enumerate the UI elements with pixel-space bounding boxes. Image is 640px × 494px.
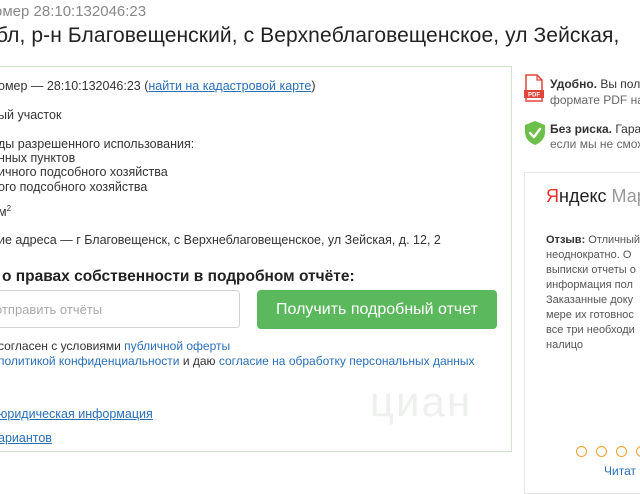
area-unit-sup: 2 (6, 204, 12, 213)
area-value: м2 (0, 204, 11, 219)
personal-data-consent-link[interactable]: согласие на обработку персональных данны… (219, 354, 475, 368)
norisk-text: Без риска. Гаран (550, 122, 640, 136)
page-title: бл, р-н Благовещенский, с Верхneблаговещ… (0, 24, 620, 47)
pdf-icon: PDF (524, 74, 544, 102)
yandex-market-logo[interactable]: Яндекс Маркет (546, 186, 640, 207)
yandex-logo-letter: Я (546, 186, 559, 206)
report-heading: о правах собственности в подробном отчёт… (2, 268, 355, 285)
convenient-bold: Удобно. (550, 77, 597, 91)
review-label: Отзыв: (546, 234, 586, 246)
carousel-dot[interactable] (616, 446, 627, 457)
carousel-dot[interactable] (576, 446, 587, 457)
carousel-dot[interactable] (596, 446, 607, 457)
legal-info-link[interactable]: юридическая информация (0, 407, 153, 421)
convenient-desc: Вы полу (600, 77, 640, 91)
watermark: циан (370, 378, 473, 425)
area-unit: м (0, 205, 7, 220)
review-line: информация пол (546, 279, 633, 291)
agreement-privacy-text: и даю (179, 354, 219, 368)
norisk-bold: Без риска. (550, 122, 612, 136)
variants: ариантов (0, 431, 52, 445)
convenient-text-2: формате PDF на (550, 93, 640, 107)
cadastral-number-suffix: ) (311, 79, 316, 93)
review-line: выписки отчеты о (546, 264, 636, 276)
agreement-privacy: политикой конфиденциальности и даю согла… (0, 354, 475, 368)
breadcrumb: омер 28:10:132046:23 (0, 3, 147, 20)
market-logo-text: Маркет (611, 186, 640, 206)
use-type-item: ого подсобного хозяйства (0, 180, 148, 194)
agreement-offer-text: согласен с условиями (0, 339, 125, 353)
review-line: Заказанные доку (546, 294, 634, 306)
use-type-item: ичного подсобного хозяйства (0, 165, 168, 179)
cadastral-number-text: омер — 28:10:132046:23 ( (0, 79, 149, 93)
get-report-button[interactable]: Получить подробный отчет (257, 290, 497, 329)
object-type: ый участок (0, 108, 62, 122)
public-offer-link[interactable]: публичной оферты (124, 339, 230, 353)
privacy-policy-link[interactable]: политикой конфиденциальности (0, 354, 179, 368)
review-line: мере их готовнос (546, 309, 634, 321)
legal-info: юридическая информация (0, 407, 153, 421)
shield-icon (524, 120, 546, 146)
agreement-offer: согласен с условиями публичной оферты (0, 339, 230, 353)
review-line: Отличный (585, 234, 640, 246)
yandex-logo-rest: ндекс (559, 186, 607, 206)
variants-link[interactable]: ариантов (0, 431, 52, 445)
pdf-badge-label: PDF (528, 93, 540, 99)
email-field[interactable] (0, 290, 240, 328)
norisk-text-2: если мы не смож (550, 137, 640, 151)
norisk-desc: Гаран (615, 122, 640, 136)
review-line: неоднократно. О (546, 249, 632, 261)
cadastral-number-line: омер — 28:10:132046:23 (найти на кадастр… (0, 79, 316, 93)
review-text: Отзыв: Отличный неоднократно. О выписки … (546, 233, 640, 353)
review-line: все три необходи (546, 324, 635, 336)
carousel-dot[interactable] (636, 446, 640, 457)
use-type-item: нных пунктов (0, 151, 76, 165)
use-types-title: ды разрешенного использования: (0, 137, 195, 151)
cadastral-map-link[interactable]: найти на кадастровой карте (148, 79, 311, 93)
address-line: ие адреса — г Благовещенск, с Верхнеблаг… (0, 233, 441, 247)
convenient-text: Удобно. Вы полу (550, 77, 640, 91)
read-more-link[interactable]: Читат (604, 464, 636, 478)
review-line: налицо (546, 339, 584, 351)
